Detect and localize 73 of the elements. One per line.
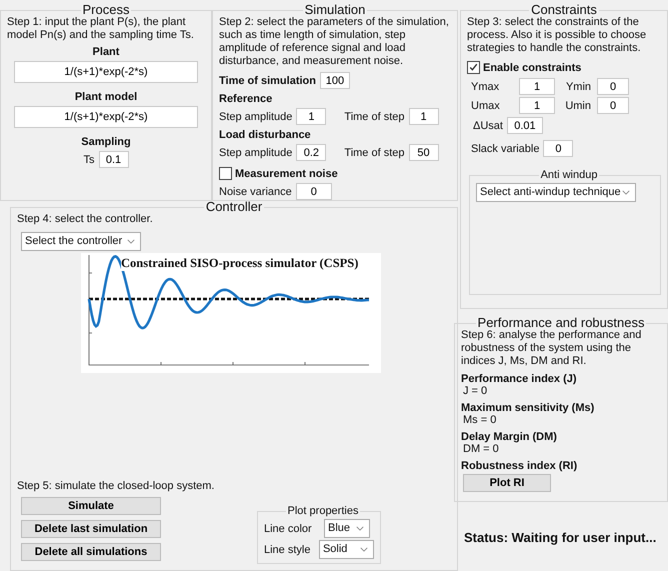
field-label: Ymax bbox=[471, 80, 500, 92]
panel-title: Process bbox=[82, 4, 130, 16]
checkbox-label: Measurement noise bbox=[235, 168, 338, 180]
anti-windup-dropdown[interactable]: Select anti-windup technique bbox=[476, 183, 636, 202]
plant-model-field[interactable]: 1/(s+1)*exp(-2*s) bbox=[14, 106, 198, 128]
field-label: Slack variable bbox=[471, 142, 540, 154]
field-label: ΔUsat bbox=[473, 120, 503, 132]
number-field[interactable]: 0.2 bbox=[296, 144, 326, 161]
group-heading: Load disturbance bbox=[219, 129, 312, 141]
panel-title: Simulation bbox=[304, 4, 366, 16]
field-label: Umax bbox=[471, 100, 501, 112]
number-field[interactable]: 1 bbox=[519, 78, 555, 95]
field-label: Sampling bbox=[80, 136, 132, 148]
instructions-text: Step 3: select the constraints of the process. Also it is possible to choose strategies to handle the constraints. bbox=[467, 16, 648, 55]
field-label: Time of step bbox=[344, 110, 405, 122]
field-label: Step amplitude bbox=[219, 110, 292, 122]
simulation-time-field[interactable]: 100 bbox=[320, 72, 350, 89]
caret-icon bbox=[127, 239, 135, 244]
group-heading: Reference bbox=[219, 93, 274, 105]
action-button[interactable]: Delete all simulations bbox=[21, 543, 161, 561]
instructions-text: Step 6: analyse the performance and robustness of the system using the indices J, Ms, DM and RI. bbox=[461, 329, 642, 368]
plant-field[interactable]: 1/(s+1)*exp(-2*s) bbox=[14, 61, 198, 83]
sampling-time-field[interactable]: 0.1 bbox=[98, 151, 128, 168]
number-field[interactable]: 50 bbox=[408, 144, 439, 161]
instructions-text: Step 5: simulate the closed-loop system. bbox=[17, 480, 216, 493]
field-label: Time of simulation bbox=[219, 74, 316, 86]
caret-icon bbox=[356, 526, 364, 531]
number-field[interactable]: 0 bbox=[597, 78, 629, 95]
field-label: Ymin bbox=[564, 80, 592, 92]
field-label: Plant bbox=[92, 46, 120, 58]
action-button[interactable]: Simulate bbox=[21, 497, 161, 515]
index-value: J = 0 bbox=[463, 385, 488, 397]
plot-ri-button[interactable]: Plot RI bbox=[463, 474, 551, 492]
plot-title: Constrained SISO-process simulator (CSPS) bbox=[121, 256, 358, 271]
property-dropdown[interactable]: Blue bbox=[324, 519, 370, 538]
field-label: Line style bbox=[264, 544, 312, 556]
field-label: Step amplitude bbox=[219, 146, 292, 158]
checkbox-label: Enable constraints bbox=[483, 62, 582, 74]
action-button[interactable]: Delete last simulation bbox=[21, 520, 161, 538]
property-dropdown[interactable]: Solid bbox=[318, 540, 374, 559]
number-field[interactable]: 1 bbox=[408, 108, 439, 125]
status-text: Status: Waiting for user input... bbox=[464, 530, 658, 545]
caret-icon bbox=[622, 190, 630, 195]
instructions-text: Step 1: input the plant P(s), the plant model Pn(s) and the sampling time Ts. bbox=[7, 16, 195, 42]
index-heading: Robustness index (RI) bbox=[461, 460, 578, 472]
caret-icon bbox=[360, 547, 368, 552]
number-field[interactable]: 0 bbox=[543, 140, 574, 157]
instructions-text: Step 4: select the controller. bbox=[17, 213, 154, 226]
field-label: Ts bbox=[84, 154, 94, 166]
checkbox[interactable] bbox=[467, 61, 480, 74]
checkbox[interactable] bbox=[219, 167, 232, 180]
panel-title: Controller bbox=[204, 201, 264, 213]
index-heading: Performance index (J) bbox=[461, 373, 578, 385]
number-field[interactable]: 0.01 bbox=[506, 117, 543, 134]
number-field[interactable]: 1 bbox=[519, 97, 555, 114]
field-label: Umin bbox=[564, 100, 592, 112]
instructions-text: Step 2: select the parameters of the simulation, such as time length of simulation, step amplitude of reference signal and load disturbance, and measurement noise. bbox=[219, 16, 450, 68]
panel-title: Plot properties bbox=[286, 505, 360, 517]
panel-title: Performance and robustness bbox=[476, 317, 646, 329]
field-label: Line color bbox=[264, 522, 313, 534]
controller-dropdown[interactable]: Select the controller bbox=[21, 232, 141, 251]
index-heading: Maximum sensitivity (Ms) bbox=[461, 402, 596, 414]
number-field[interactable]: 0 bbox=[597, 97, 629, 114]
field-label: Time of step bbox=[344, 146, 405, 158]
index-heading: Delay Margin (DM) bbox=[461, 431, 558, 443]
field-label: Noise variance bbox=[219, 186, 292, 198]
noise-variance-field[interactable]: 0 bbox=[296, 183, 332, 200]
index-value: DM = 0 bbox=[463, 443, 500, 455]
panel-title: Constraints bbox=[530, 4, 598, 16]
panel-title: Anti windup bbox=[540, 169, 598, 181]
number-field[interactable]: 1 bbox=[296, 108, 326, 125]
index-value: Ms = 0 bbox=[463, 414, 498, 426]
field-label: Plant model bbox=[74, 91, 138, 103]
